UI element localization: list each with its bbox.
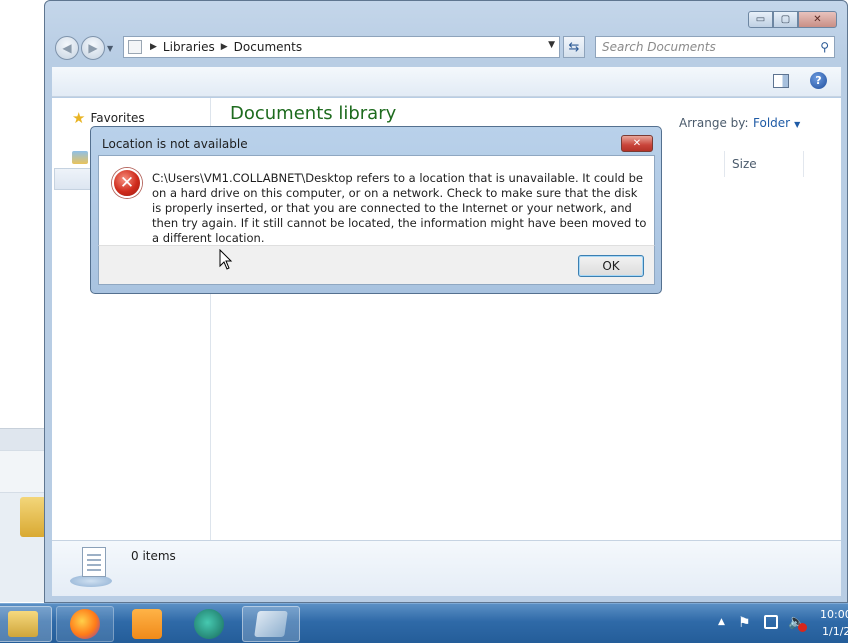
- documents-library-icon: [70, 547, 114, 591]
- mouse-cursor-icon: [219, 249, 233, 270]
- ok-button[interactable]: OK: [578, 255, 644, 277]
- nav-item-label: Favorites: [90, 111, 145, 125]
- search-icon[interactable]: ⚲: [820, 40, 829, 54]
- firefox-icon: [70, 609, 100, 639]
- libraries-icon[interactable]: [72, 151, 88, 164]
- address-dropdown-icon[interactable]: ▼: [548, 40, 555, 50]
- background-window-panel: [0, 450, 46, 492]
- forward-button[interactable]: ▶: [81, 36, 105, 60]
- network-icon[interactable]: [764, 615, 778, 629]
- background-window-strip: [0, 428, 46, 450]
- breadcrumb-libraries[interactable]: Libraries: [163, 40, 215, 54]
- details-pane: 0 items: [52, 540, 841, 596]
- refresh-button[interactable]: ⇆: [563, 36, 585, 58]
- document-line: [87, 564, 101, 566]
- breadcrumb-separator-icon[interactable]: ▶: [150, 42, 157, 52]
- system-tray: ▲ ⚑ 🔈 10:00 1/1/2: [712, 603, 848, 643]
- clock-date[interactable]: 1/1/2: [822, 625, 848, 638]
- navigation-buttons: ◀ ▶ ▼: [55, 36, 113, 60]
- nav-item-favorites[interactable]: ★ Favorites: [72, 109, 145, 127]
- app-icon: [194, 609, 224, 639]
- arrange-by-label: Arrange by:: [679, 116, 749, 130]
- action-center-flag-icon[interactable]: ⚑: [738, 615, 751, 631]
- dialog-message: C:\Users\VM1.COLLABNET\Desktop refers to…: [152, 171, 647, 245]
- error-dialog: Location is not available ✕ ✕ C:\Users\V…: [90, 126, 662, 294]
- dialog-body: ✕ C:\Users\VM1.COLLABNET\Desktop refers …: [98, 155, 655, 245]
- document-line: [87, 559, 101, 561]
- address-bar[interactable]: ▶ Libraries ▶ Documents ▼: [123, 36, 560, 58]
- star-icon: ★: [72, 109, 86, 127]
- dialog-footer: OK: [98, 245, 655, 285]
- dialog-title: Location is not available: [102, 137, 248, 151]
- folder-icon: [8, 611, 38, 637]
- show-hidden-icons-icon[interactable]: ▲: [718, 617, 725, 627]
- minimize-button[interactable]: ▭: [748, 11, 773, 28]
- search-box[interactable]: ⚲: [595, 36, 835, 58]
- document-line: [87, 554, 101, 556]
- notepad-icon: [254, 611, 288, 637]
- taskbar-app-button[interactable]: [242, 606, 300, 642]
- explorer-window: ▭ ▢ ✕ ◀ ▶ ▼ ▶ Libraries ▶ Documents ▼ ⇆ …: [44, 0, 848, 603]
- media-player-icon: [132, 609, 162, 639]
- page-title: Documents library: [230, 103, 397, 124]
- document-line: [87, 569, 101, 571]
- library-icon: [128, 40, 142, 54]
- command-bar: ?: [52, 67, 841, 97]
- close-button[interactable]: ✕: [798, 11, 837, 28]
- breadcrumb-separator-icon[interactable]: ▶: [221, 42, 228, 52]
- mute-badge-icon: [798, 623, 807, 632]
- taskbar-app-button[interactable]: [180, 606, 238, 642]
- folder-icon[interactable]: [20, 497, 46, 537]
- preview-pane-icon[interactable]: [773, 74, 789, 88]
- chevron-down-icon: ▼: [794, 120, 801, 129]
- error-icon: ✕: [112, 168, 142, 198]
- taskbar-media-player-button[interactable]: [118, 606, 176, 642]
- taskbar-firefox-button[interactable]: [56, 606, 114, 642]
- back-button[interactable]: ◀: [55, 36, 79, 60]
- breadcrumb-documents[interactable]: Documents: [234, 40, 302, 54]
- column-header-size[interactable]: Size: [724, 151, 804, 177]
- clock-time[interactable]: 10:00: [820, 608, 848, 621]
- maximize-button[interactable]: ▢: [773, 11, 798, 28]
- help-icon[interactable]: ?: [810, 72, 827, 89]
- dialog-close-button[interactable]: ✕: [621, 135, 653, 152]
- arrange-by-value: Folder: [753, 116, 791, 130]
- taskbar-explorer-button[interactable]: [0, 606, 52, 642]
- document-page-shape: [82, 547, 106, 577]
- arrange-by-dropdown[interactable]: Folder ▼: [753, 116, 800, 130]
- recent-pages-dropdown-icon[interactable]: ▼: [107, 44, 113, 53]
- item-count: 0 items: [131, 549, 176, 563]
- search-input[interactable]: [602, 40, 802, 54]
- window-controls: ▭ ▢ ✕: [748, 11, 837, 28]
